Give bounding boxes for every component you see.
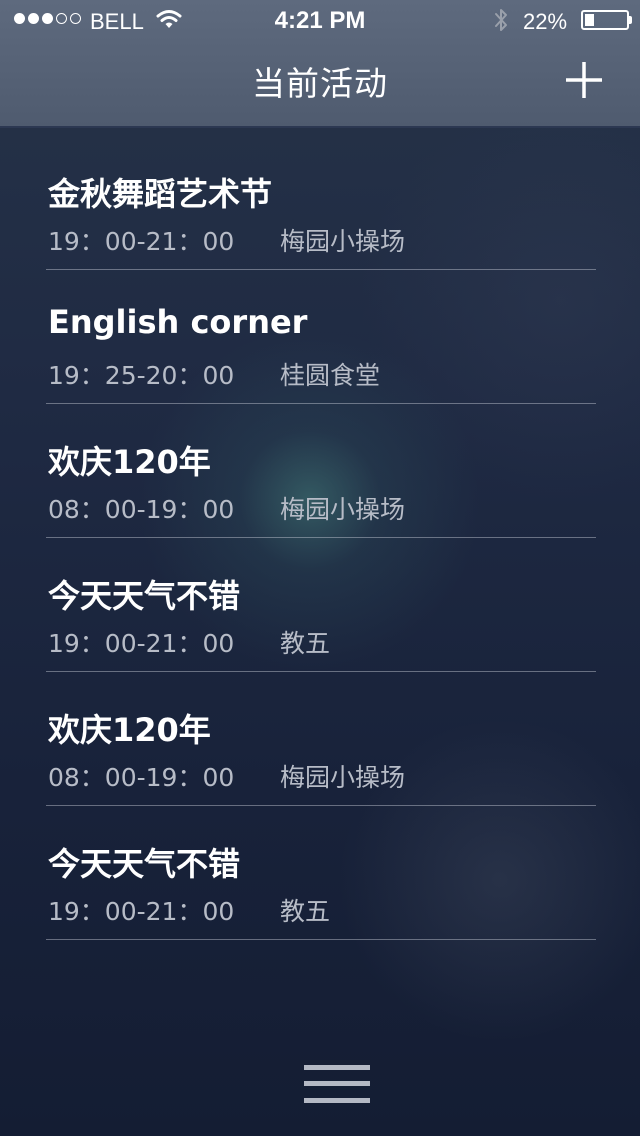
- activity-item[interactable]: 欢庆120年 08：00-19：00 梅园小操场: [46, 672, 596, 806]
- activity-list: 金秋舞蹈艺术节 19：00-21：00 梅园小操场 English corner …: [46, 136, 596, 940]
- activity-item[interactable]: 今天天气不错 19：00-21：00 教五: [46, 538, 596, 672]
- activity-location: 梅园小操场: [280, 495, 406, 524]
- activity-time: 19：00-21：00: [48, 227, 235, 256]
- menu-bar-line: [304, 1065, 370, 1070]
- activity-meta: 19：00-21：00 教五: [48, 892, 330, 928]
- menu-bar-line: [304, 1081, 370, 1086]
- activity-meta: 08：00-19：00 梅园小操场: [48, 758, 405, 794]
- activity-meta: 19：00-21：00 梅园小操场: [48, 222, 405, 258]
- activity-title: 金秋舞蹈艺术节: [48, 175, 273, 213]
- battery-level: [585, 14, 594, 26]
- activity-title: 欢庆120年: [48, 711, 211, 749]
- activity-time: 08：00-19：00: [48, 495, 235, 524]
- activity-title: 今天天气不错: [48, 577, 241, 615]
- activity-title: English corner: [48, 303, 308, 341]
- activity-time: 19：00-21：00: [48, 897, 235, 926]
- activity-time: 19：00-21：00: [48, 629, 235, 658]
- battery-icon: [581, 10, 629, 30]
- activity-location: 教五: [280, 629, 331, 658]
- activity-item[interactable]: English corner 19：25-20：00 桂圆食堂: [46, 270, 596, 404]
- activity-time: 08：00-19：00: [48, 763, 235, 792]
- activity-item[interactable]: 欢庆120年 08：00-19：00 梅园小操场: [46, 404, 596, 538]
- status-bar: BELL 4:21 PM 22%: [0, 0, 640, 40]
- page-title: 当前活动: [252, 64, 388, 103]
- menu-bar-line: [304, 1098, 370, 1103]
- activity-meta: 19：25-20：00 桂圆食堂: [48, 356, 380, 392]
- navigation-bar: BELL 4:21 PM 22% 当前活动: [0, 0, 640, 128]
- battery-percent: 22%: [523, 9, 568, 34]
- activity-location: 梅园小操场: [280, 763, 406, 792]
- activity-location: 梅园小操场: [280, 227, 406, 256]
- activity-title: 欢庆120年: [48, 443, 211, 481]
- activity-location: 桂圆食堂: [280, 361, 381, 390]
- activity-meta: 19：00-21：00 教五: [48, 624, 330, 660]
- activity-title: 今天天气不错: [48, 845, 241, 883]
- activity-time: 19：25-20：00: [48, 361, 235, 390]
- activity-item[interactable]: 今天天气不错 19：00-21：00 教五: [46, 806, 596, 940]
- activity-meta: 08：00-19：00 梅园小操场: [48, 490, 405, 526]
- add-activity-button[interactable]: [560, 58, 608, 102]
- activity-item[interactable]: 金秋舞蹈艺术节 19：00-21：00 梅园小操场: [46, 136, 596, 270]
- activity-location: 教五: [280, 897, 331, 926]
- menu-button[interactable]: [304, 1065, 370, 1105]
- bluetooth-icon: [492, 7, 510, 33]
- battery-tip: [629, 16, 632, 24]
- plus-icon: [566, 62, 602, 98]
